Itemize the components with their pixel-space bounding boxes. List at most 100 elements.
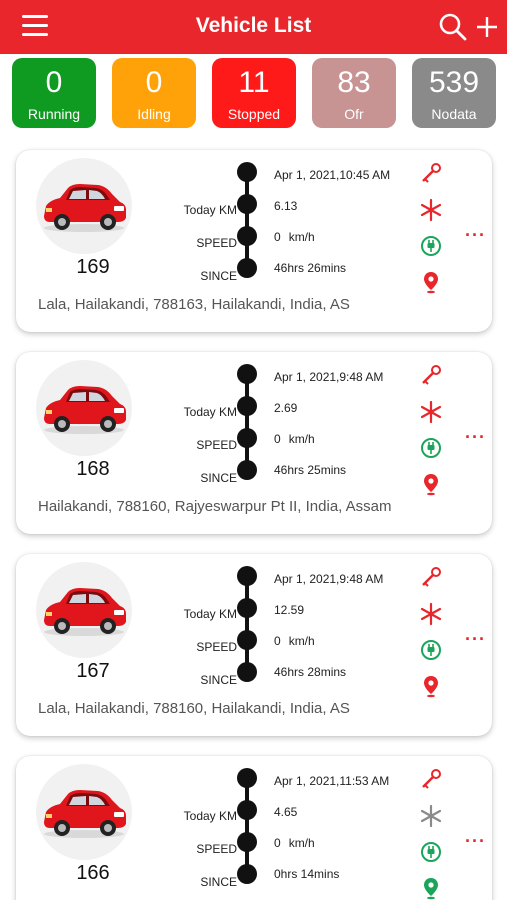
status-ofr-button[interactable]: 83 Ofr — [312, 58, 396, 128]
speed-unit: km/h — [288, 836, 315, 850]
ignition-icon — [422, 769, 441, 789]
speed-readout: 0 km/h — [274, 836, 315, 850]
more-options-icon[interactable]: ··· — [465, 832, 486, 850]
ignition-icon — [422, 163, 441, 183]
timeline-dot — [237, 194, 257, 214]
timeline-dot — [237, 864, 257, 884]
more-options-icon[interactable]: ··· — [465, 630, 486, 648]
car-image — [36, 158, 132, 254]
vehicle-card[interactable]: 166 Apr 1, 2021,11:53 AM Today KM 4.65 S… — [16, 756, 492, 900]
vehicle-number: 167 — [76, 660, 110, 682]
status-count: 0 — [145, 66, 163, 99]
speed-unit: km/h — [288, 634, 315, 648]
ignition-icon — [422, 365, 441, 385]
timeline-dot — [237, 630, 257, 650]
power-plug-icon — [421, 438, 441, 458]
timeline-dot — [237, 226, 257, 246]
timeline-dot — [237, 258, 257, 278]
timeline-dot — [237, 396, 257, 416]
last-update-time: Apr 1, 2021,11:53 AM — [274, 774, 390, 788]
last-update-time: Apr 1, 2021,9:48 AM — [274, 370, 384, 384]
timeline-dot — [237, 662, 257, 682]
ac-icon — [420, 804, 442, 828]
status-count: 539 — [428, 66, 480, 99]
status-nodata-button[interactable]: 539 Nodata — [412, 58, 496, 128]
location-pin-icon[interactable] — [419, 674, 443, 698]
today-km-label: Today KM — [183, 405, 237, 419]
timeline-dot — [237, 566, 257, 586]
car-image — [36, 360, 132, 456]
today-km-value: 4.65 — [274, 805, 298, 819]
since-label: SINCE — [200, 269, 237, 283]
location-pin-icon[interactable] — [419, 472, 443, 496]
location-pin-icon[interactable] — [419, 876, 443, 900]
speed-readout: 0 km/h — [274, 432, 315, 446]
timeline-line — [245, 170, 249, 270]
speed-label: SPEED — [196, 842, 237, 856]
location-pin-icon[interactable] — [419, 270, 443, 294]
since-value: 46hrs 28mins — [274, 665, 347, 679]
timeline-dot — [237, 832, 257, 852]
vehicle-card[interactable]: 167 Apr 1, 2021,9:48 AM Today KM 12.59 S… — [16, 554, 492, 736]
ignition-icon — [422, 567, 441, 587]
timeline-dot — [237, 428, 257, 448]
today-km-label: Today KM — [183, 607, 237, 621]
speed-readout: 0 km/h — [274, 230, 315, 244]
power-plug-icon — [421, 236, 441, 256]
status-idling-button[interactable]: 0 Idling — [112, 58, 196, 128]
since-label: SINCE — [200, 673, 237, 687]
add-icon[interactable] — [474, 12, 500, 42]
speed-label: SPEED — [196, 438, 237, 452]
status-label: Ofr — [344, 106, 364, 122]
today-km-value: 12.59 — [274, 603, 305, 617]
vehicle-number: 166 — [76, 862, 110, 884]
speed-label: SPEED — [196, 640, 237, 654]
since-value: 46hrs 26mins — [274, 261, 347, 275]
timeline-dot — [237, 800, 257, 820]
timeline-dot — [237, 598, 257, 618]
timeline-dot — [237, 364, 257, 384]
last-update-time: Apr 1, 2021,10:45 AM — [274, 168, 391, 182]
status-label: Stopped — [227, 106, 281, 122]
today-km-value: 6.13 — [274, 199, 298, 213]
since-value: 0hrs 14mins — [274, 867, 340, 881]
timeline-line — [245, 776, 249, 876]
timeline-line — [245, 574, 249, 674]
vehicle-card[interactable]: 169 Apr 1, 2021,10:45 AM Today KM 6.13 S… — [16, 150, 492, 332]
since-label: SINCE — [200, 471, 237, 485]
today-km-value: 2.69 — [274, 401, 298, 415]
status-count: 11 — [238, 66, 270, 99]
timeline-line — [245, 372, 249, 472]
ac-icon — [420, 400, 442, 424]
speed-readout: 0 km/h — [274, 634, 315, 648]
status-running-button[interactable]: 0 Running — [12, 58, 96, 128]
status-stopped-button[interactable]: 11 Stopped — [212, 58, 296, 128]
vehicle-address: Lala, Hailakandi, 788160, Hailakandi, In… — [38, 700, 350, 717]
speed-value: 0 — [274, 230, 281, 244]
status-label: Running — [27, 106, 81, 122]
car-image — [36, 764, 132, 860]
vehicle-card[interactable]: 168 Apr 1, 2021,9:48 AM Today KM 2.69 SP… — [16, 352, 492, 534]
vehicle-number: 169 — [76, 256, 110, 278]
vehicle-address: Lala, Hailakandi, 788163, Hailakandi, In… — [38, 296, 350, 313]
ac-icon — [420, 198, 442, 222]
timeline-dot — [237, 162, 257, 182]
power-plug-icon — [421, 842, 441, 862]
timeline-dot — [237, 460, 257, 480]
speed-value: 0 — [274, 634, 281, 648]
status-count: 0 — [45, 66, 63, 99]
last-update-time: Apr 1, 2021,9:48 AM — [274, 572, 384, 586]
speed-value: 0 — [274, 836, 281, 850]
ac-icon — [420, 602, 442, 626]
vehicle-number: 168 — [76, 458, 110, 480]
speed-value: 0 — [274, 432, 281, 446]
timeline-dot — [237, 768, 257, 788]
speed-label: SPEED — [196, 236, 237, 250]
since-value: 46hrs 25mins — [274, 463, 347, 477]
more-options-icon[interactable]: ··· — [465, 428, 486, 446]
page-title: Vehicle List — [195, 14, 312, 37]
vehicle-address: Hailakandi, 788160, Rajyeswarpur Pt II, … — [38, 498, 392, 515]
search-icon[interactable] — [438, 12, 468, 42]
more-options-icon[interactable]: ··· — [465, 226, 486, 244]
app-bar: Vehicle List — [0, 0, 507, 54]
